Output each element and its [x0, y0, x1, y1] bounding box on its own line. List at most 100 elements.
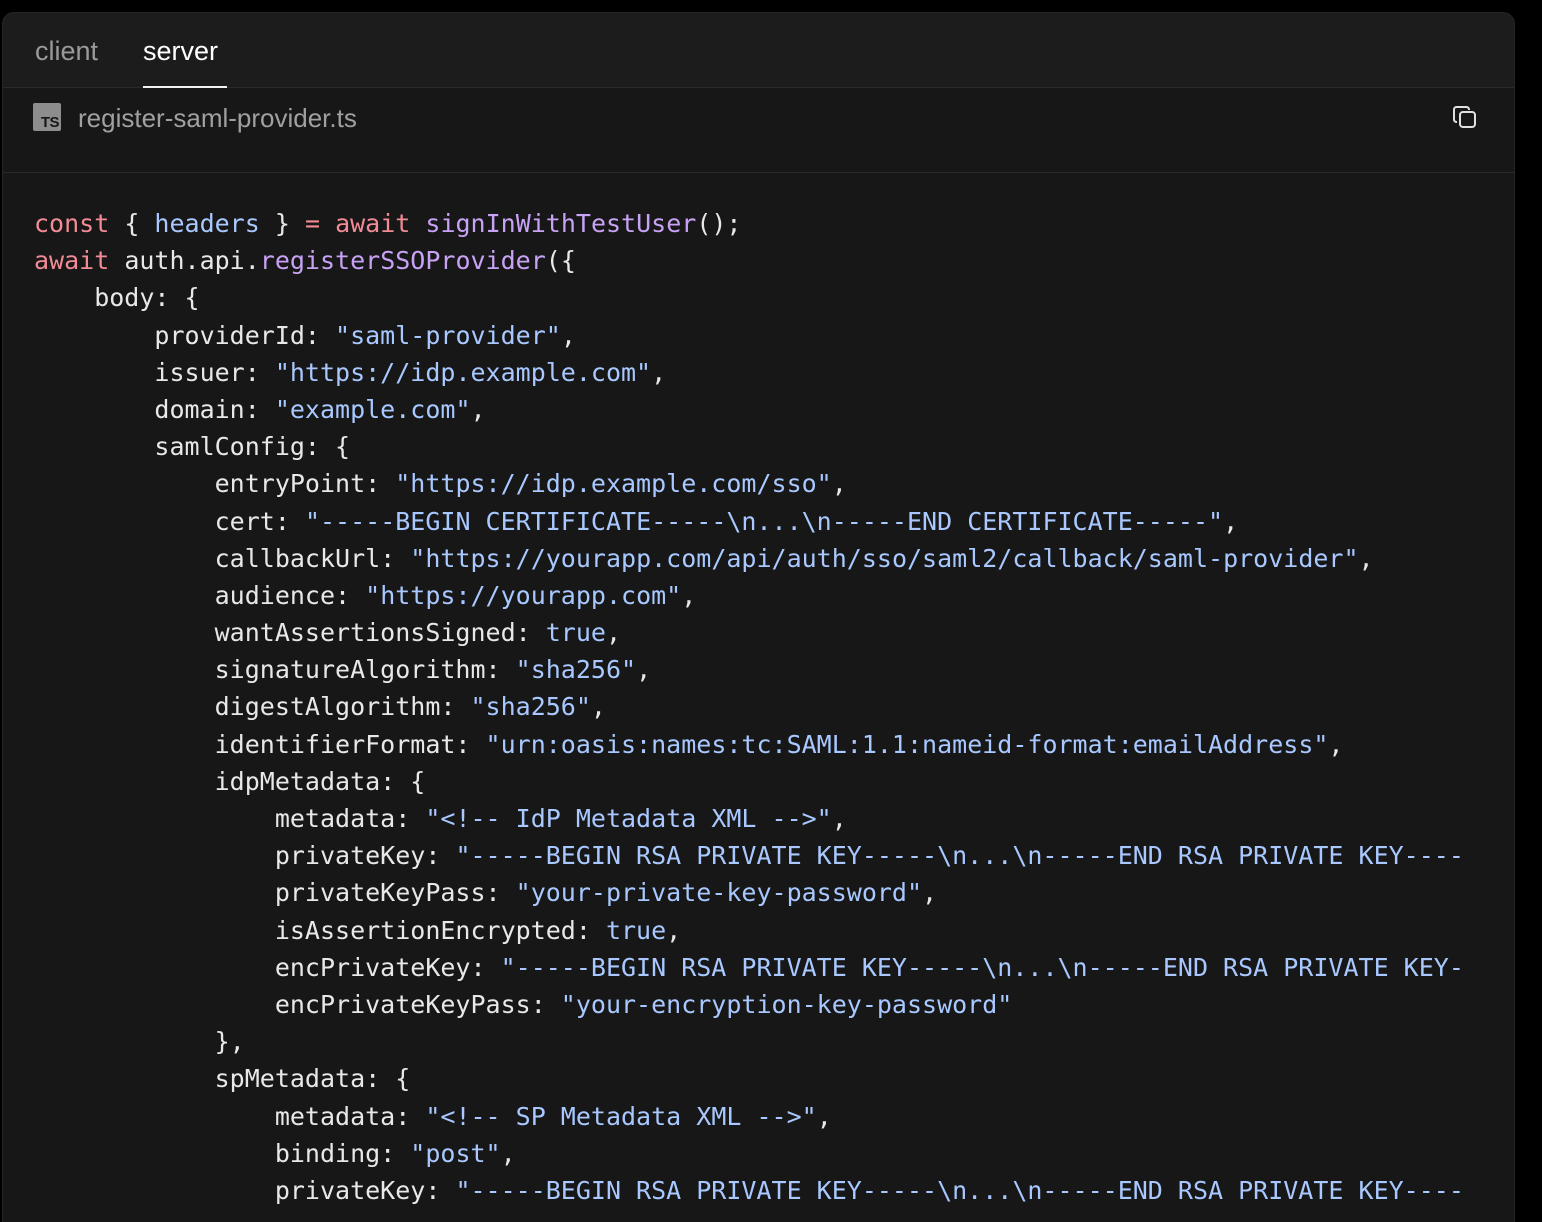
code-token: "<!-- IdP Metadata XML -->" — [425, 804, 832, 833]
code-line: wantAssertionsSigned: true, — [34, 614, 1464, 651]
code-token: signatureAlgorithm: — [34, 655, 516, 685]
code-line: body: { — [34, 279, 1464, 316]
code-token: "-----BEGIN RSA PRIVATE KEY-----\n...\n-… — [455, 1175, 1464, 1205]
code-token: auth.api. — [109, 246, 260, 276]
code-token: , — [816, 1101, 832, 1131]
code-token: , — [605, 618, 622, 648]
code-line: cert: "-----BEGIN CERTIFICATE-----\n...\… — [34, 503, 1464, 540]
code-token: , — [831, 804, 847, 833]
code-token: "https://idp.example.com/sso" — [395, 469, 832, 499]
code-line: providerId: "saml-provider", — [34, 317, 1464, 354]
code-line: const { headers } = await signInWithTest… — [34, 205, 1464, 242]
tab-server[interactable]: server — [143, 33, 218, 69]
code-line: }, — [34, 1023, 1464, 1060]
code-token: true — [605, 915, 667, 945]
code-token: "sha256" — [515, 655, 637, 685]
code-token: signInWithTestUser — [425, 209, 697, 238]
code-token: headers — [154, 209, 260, 238]
code-line: idpMetadata: { — [34, 763, 1464, 800]
code-token: await — [34, 246, 110, 276]
code-token: , — [1223, 506, 1239, 536]
code-token: "https://idp.example.com" — [274, 357, 652, 387]
code-token: encPrivateKeyPass: — [34, 989, 561, 1019]
code-token: metadata: — [34, 804, 426, 833]
code-token: binding: — [34, 1138, 411, 1168]
code-token: digestAlgorithm: — [34, 692, 471, 722]
code-token: idpMetadata: { — [34, 766, 426, 796]
code-token: "-----BEGIN CERTIFICATE-----\n...\n-----… — [304, 506, 1224, 536]
code-token: wantAssertionsSigned: — [34, 618, 546, 648]
code-token: , — [1328, 729, 1344, 759]
code-token: true — [545, 618, 606, 648]
code-token: , — [636, 655, 652, 685]
code-token: privateKey: — [34, 841, 456, 871]
code-line: binding: "post", — [34, 1135, 1464, 1172]
code-token: "sha256" — [470, 692, 591, 722]
code-token: , — [922, 878, 938, 908]
typescript-icon-label: TS — [40, 114, 60, 131]
code-token: , — [560, 320, 576, 350]
code-token: await — [335, 209, 411, 238]
code-line: signatureAlgorithm: "sha256", — [34, 651, 1464, 688]
code-token: { — [109, 209, 155, 238]
code-token: "example.com" — [274, 394, 471, 424]
code-token: = — [304, 209, 320, 238]
code-token: (); — [696, 209, 742, 238]
code-token: "https://yourapp.com/api/auth/sso/saml2/… — [410, 543, 1359, 573]
code-token: const — [34, 209, 110, 238]
code-line: metadata: "<!-- SP Metadata XML -->", — [34, 1098, 1464, 1135]
code-token: "<!-- SP Metadata XML -->" — [425, 1101, 817, 1131]
code-token: "-----BEGIN RSA PRIVATE KEY-----\n...\n-… — [500, 952, 1464, 982]
code-line: privateKey: "-----BEGIN RSA PRIVATE KEY-… — [34, 1172, 1464, 1209]
code-line: isAssertionEncrypted: true, — [34, 912, 1464, 949]
code-token: "your-encryption-key-password" — [560, 989, 1013, 1019]
code-line: encPrivateKey: "-----BEGIN RSA PRIVATE K… — [34, 949, 1464, 986]
code-token: spMetadata: { — [34, 1064, 411, 1094]
code-line: privateKey: "-----BEGIN RSA PRIVATE KEY-… — [34, 837, 1464, 874]
code-token: identifierFormat: — [34, 729, 486, 759]
code-token: "post" — [410, 1138, 501, 1168]
code-line: encPrivateKeyPass: "your-encryption-key-… — [34, 986, 1464, 1023]
code-token: providerId: — [34, 320, 336, 350]
code-token: domain: — [34, 394, 275, 424]
code-token: }, — [34, 1027, 245, 1057]
code-line: await auth.api.registerSSOProvider({ — [34, 242, 1464, 279]
code-token: , — [831, 469, 847, 499]
code-line: spMetadata: { — [34, 1060, 1464, 1097]
code-token: privateKey: — [34, 1175, 456, 1205]
code-token: , — [590, 692, 606, 722]
copy-icon — [1453, 106, 1476, 128]
code-token: entryPoint: — [34, 469, 396, 499]
code-token: encPrivateKey: — [34, 952, 501, 982]
code-token: samlConfig: { — [34, 432, 351, 462]
code-token: "saml-provider" — [335, 320, 561, 350]
code-token: "your-private-key-password" — [515, 878, 923, 908]
code-token: , — [681, 580, 697, 610]
code-content: const { headers } = await signInWithTest… — [34, 205, 1464, 1209]
code-token: "urn:oasis:names:tc:SAML:1.1:nameid-form… — [485, 729, 1329, 759]
code-token: "-----BEGIN RSA PRIVATE KEY-----\n...\n-… — [455, 841, 1464, 871]
code-line: identifierFormat: "urn:oasis:names:tc:SA… — [34, 726, 1464, 763]
code-token: "https://yourapp.com" — [365, 580, 682, 610]
tab-bar: client server — [3, 13, 1514, 88]
code-token: , — [651, 357, 667, 387]
code-token: body: { — [34, 283, 200, 313]
code-token: isAssertionEncrypted: — [34, 915, 606, 945]
code-line: metadata: "<!-- IdP Metadata XML -->", — [34, 800, 1464, 837]
typescript-file-icon: TS — [33, 103, 61, 131]
code-line: callbackUrl: "https://yourapp.com/api/au… — [34, 540, 1464, 577]
code-token: privateKeyPass: — [34, 878, 516, 908]
tab-client[interactable]: client — [35, 33, 98, 69]
code-token: , — [470, 394, 486, 424]
copy-button[interactable] — [1448, 101, 1482, 135]
code-token: , — [666, 915, 682, 945]
code-token: cert: — [34, 506, 305, 536]
code-token: } — [259, 209, 305, 238]
code-token: , — [1358, 543, 1374, 573]
code-line: domain: "example.com", — [34, 391, 1464, 428]
code-line: digestAlgorithm: "sha256", — [34, 688, 1464, 725]
code-token: audience: — [34, 580, 366, 610]
code-line: privateKeyPass: "your-private-key-passwo… — [34, 874, 1464, 911]
